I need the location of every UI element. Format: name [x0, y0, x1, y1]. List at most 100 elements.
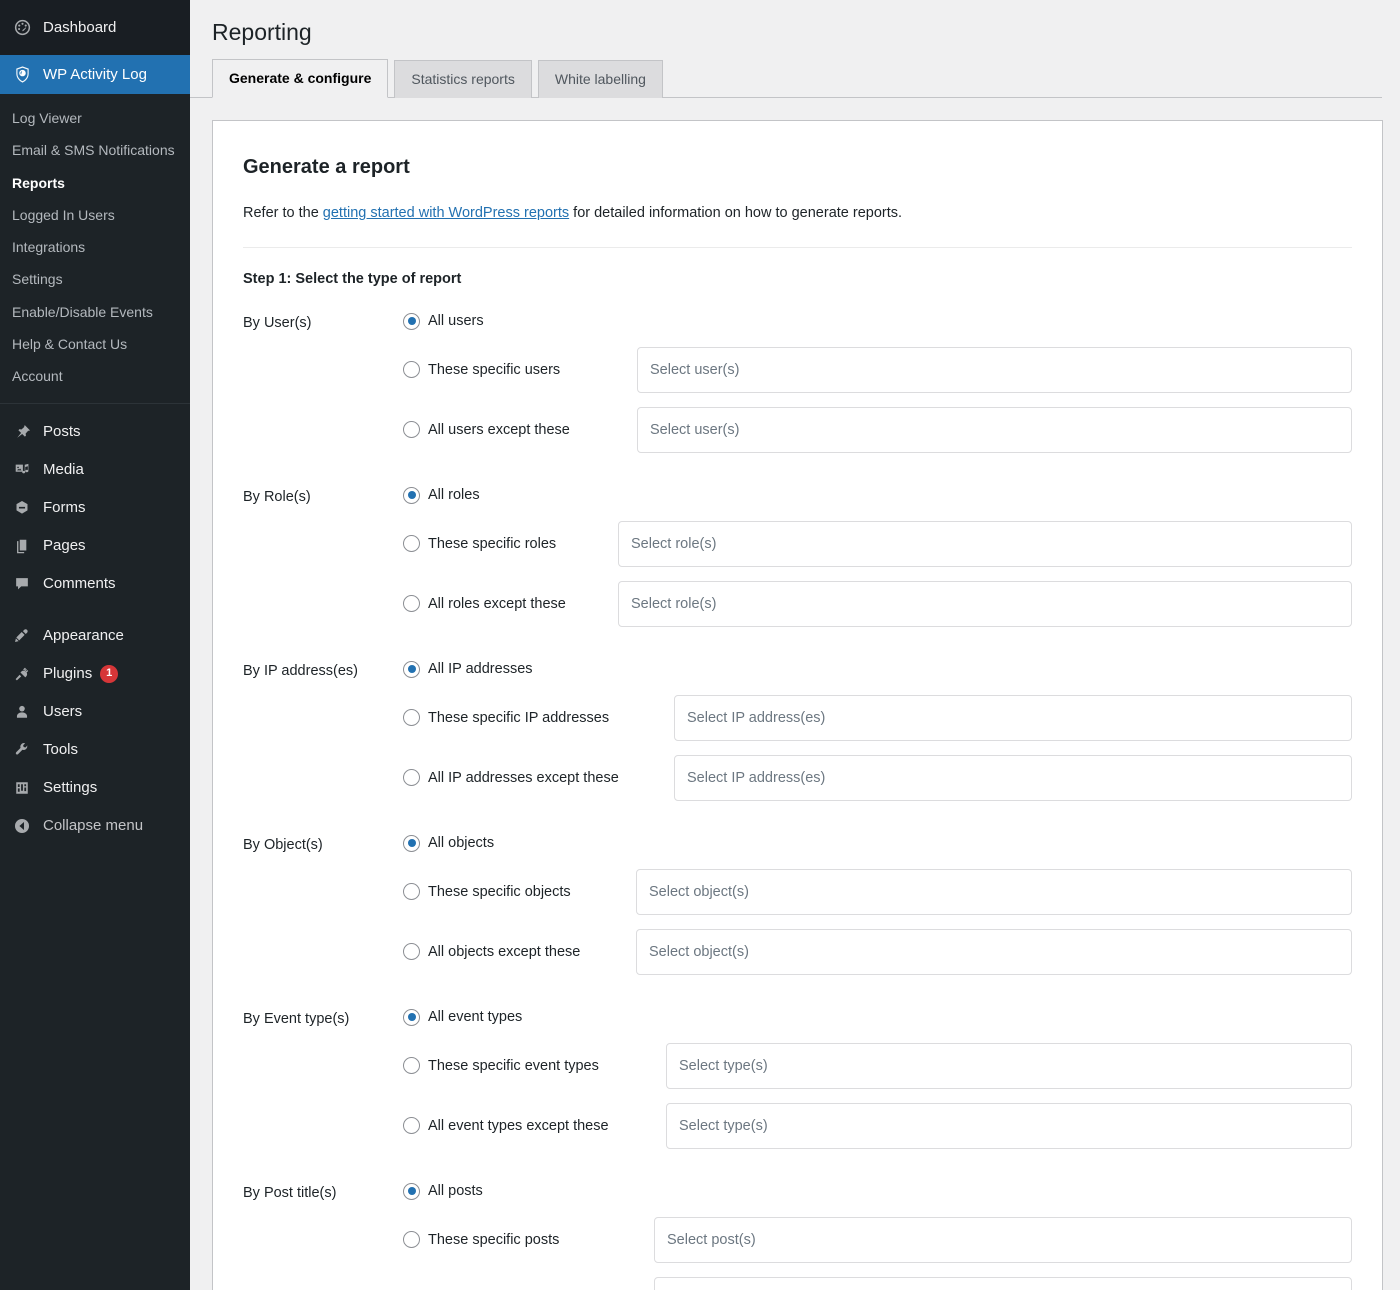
getting-started-link[interactable]: getting started with WordPress reports	[323, 205, 569, 221]
media-icon	[12, 460, 32, 480]
tab-generate-configure[interactable]: Generate & configure	[212, 58, 389, 98]
radio-event-types-except[interactable]	[403, 1117, 420, 1135]
option-specific-users-label: These specific users	[428, 361, 561, 378]
filter-by-event-types: By Event type(s) All event types These s…	[243, 1008, 1352, 1149]
sidebar-item-posts[interactable]: Posts	[0, 413, 190, 451]
option-event-types-except-label: All event types except these	[428, 1117, 609, 1134]
filter-by-users-label: By User(s)	[243, 314, 312, 331]
option-posts-except[interactable]: All post titles except these Select post…	[403, 1276, 1352, 1290]
sidebar-item-integrations[interactable]: Integrations	[0, 231, 190, 263]
select-posts-include[interactable]: Select post(s)	[654, 1216, 1352, 1263]
radio-all-event-types[interactable]	[403, 1008, 420, 1026]
option-all-ips[interactable]: All IP addresses	[403, 660, 1352, 678]
sidebar-item-users[interactable]: Users	[0, 693, 190, 731]
sidebar-item-email-sms-notifications[interactable]: Email & SMS Notifications	[0, 134, 190, 166]
select-users-exclude[interactable]: Select user(s)	[637, 406, 1352, 453]
sidebar-item-logged-in-users[interactable]: Logged In Users	[0, 199, 190, 231]
page-title: Reporting	[212, 19, 312, 45]
sidebar-item-settings[interactable]: Settings	[0, 263, 190, 295]
shield-icon	[12, 65, 32, 85]
sidebar-item-wp-activity-log[interactable]: WP Activity Log	[0, 55, 190, 94]
pin-icon	[12, 422, 32, 442]
option-objects-except[interactable]: All objects except these Select object(s…	[403, 928, 1352, 975]
option-specific-roles[interactable]: These specific roles Select role(s)	[403, 520, 1352, 567]
sidebar-item-dashboard[interactable]: Dashboard	[0, 0, 190, 55]
main-content: Reporting Generate & configure Statistic…	[190, 0, 1400, 1290]
sidebar-item-tools[interactable]: Tools	[0, 731, 190, 769]
radio-specific-objects[interactable]	[403, 883, 420, 901]
pages-icon	[12, 536, 32, 556]
option-specific-objects-label: These specific objects	[428, 883, 571, 900]
radio-specific-event-types[interactable]	[403, 1057, 420, 1075]
option-all-ips-label: All IP addresses	[428, 661, 533, 678]
select-roles-exclude[interactable]: Select role(s)	[618, 580, 1352, 627]
option-objects-except-label: All objects except these	[428, 943, 581, 960]
sidebar-item-collapse-menu[interactable]: Collapse menu	[0, 807, 190, 845]
select-ips-exclude[interactable]: Select IP address(es)	[674, 754, 1352, 801]
select-event-types-exclude[interactable]: Select type(s)	[666, 1102, 1352, 1149]
option-specific-ips[interactable]: These specific IP addresses Select IP ad…	[403, 694, 1352, 741]
filter-by-ip-addresses-options: All IP addresses These specific IP addre…	[403, 660, 1352, 801]
filter-by-post-titles-options: All posts These specific posts Select po…	[403, 1182, 1352, 1290]
radio-all-ips[interactable]	[403, 660, 420, 678]
option-roles-except[interactable]: All roles except these Select role(s)	[403, 580, 1352, 627]
radio-all-users[interactable]	[403, 312, 420, 330]
sidebar-item-account[interactable]: Account	[0, 360, 190, 392]
option-specific-event-types-label: These specific event types	[428, 1057, 599, 1074]
option-roles-except-label: All roles except these	[428, 595, 566, 612]
select-event-types-include[interactable]: Select type(s)	[666, 1042, 1352, 1089]
sidebar-item-media[interactable]: Media	[0, 451, 190, 489]
radio-specific-users[interactable]	[403, 361, 420, 379]
sidebar-item-enable-disable-events[interactable]: Enable/Disable Events	[0, 296, 190, 328]
select-objects-exclude[interactable]: Select object(s)	[636, 928, 1352, 975]
filter-by-roles-label: By Role(s)	[243, 488, 311, 505]
sidebar-item-settings-core[interactable]: Settings	[0, 769, 190, 807]
sidebar-item-plugins[interactable]: Plugins 1	[0, 655, 190, 693]
radio-specific-roles[interactable]	[403, 535, 420, 553]
sidebar-item-forms[interactable]: Forms	[0, 489, 190, 527]
option-all-posts[interactable]: All posts	[403, 1182, 1352, 1200]
sidebar-item-pages[interactable]: Pages	[0, 527, 190, 565]
brush-icon	[12, 626, 32, 646]
radio-roles-except[interactable]	[403, 595, 420, 613]
option-all-users[interactable]: All users	[403, 312, 1352, 330]
select-users-include[interactable]: Select user(s)	[637, 346, 1352, 393]
option-ips-except[interactable]: All IP addresses except these Select IP …	[403, 754, 1352, 801]
option-users-except-label: All users except these	[428, 421, 570, 438]
radio-ips-except[interactable]	[403, 769, 420, 787]
select-objects-include[interactable]: Select object(s)	[636, 868, 1352, 915]
tab-white-labelling[interactable]: White labelling	[537, 59, 663, 98]
option-specific-objects[interactable]: These specific objects Select object(s)	[403, 868, 1352, 915]
radio-all-roles[interactable]	[403, 486, 420, 504]
select-roles-include[interactable]: Select role(s)	[618, 520, 1352, 567]
option-all-event-types[interactable]: All event types	[403, 1008, 1352, 1026]
filter-by-objects-options: All objects These specific objects Selec…	[403, 834, 1352, 975]
option-event-types-except[interactable]: All event types except these Select type…	[403, 1102, 1352, 1149]
tab-statistics-reports[interactable]: Statistics reports	[394, 59, 532, 98]
option-specific-posts-label: These specific posts	[428, 1231, 560, 1248]
option-specific-posts[interactable]: These specific posts Select post(s)	[403, 1216, 1352, 1263]
select-ips-include[interactable]: Select IP address(es)	[674, 694, 1352, 741]
sidebar-item-comments[interactable]: Comments	[0, 565, 190, 603]
radio-all-posts[interactable]	[403, 1182, 420, 1200]
radio-objects-except[interactable]	[403, 943, 420, 961]
sidebar-item-appearance[interactable]: Appearance	[0, 617, 190, 655]
dashboard-icon	[12, 18, 32, 38]
option-all-roles[interactable]: All roles	[403, 486, 1352, 504]
sidebar-item-settings-core-label: Settings	[43, 778, 98, 796]
option-all-objects[interactable]: All objects	[403, 834, 1352, 852]
radio-users-except[interactable]	[403, 421, 420, 439]
option-users-except[interactable]: All users except these Select user(s)	[403, 406, 1352, 453]
sidebar-item-help-contact-us[interactable]: Help & Contact Us	[0, 328, 190, 360]
radio-specific-ips[interactable]	[403, 709, 420, 727]
option-specific-event-types[interactable]: These specific event types Select type(s…	[403, 1042, 1352, 1089]
radio-specific-posts[interactable]	[403, 1231, 420, 1249]
option-specific-users[interactable]: These specific users Select user(s)	[403, 346, 1352, 393]
sidebar-item-wp-activity-log-label: WP Activity Log	[43, 66, 147, 83]
sidebar-item-reports[interactable]: Reports	[0, 167, 190, 199]
sidebar-item-tools-label: Tools	[43, 740, 79, 758]
select-posts-exclude[interactable]: Select post(s)	[654, 1276, 1352, 1290]
forms-icon	[12, 498, 32, 518]
sidebar-item-log-viewer[interactable]: Log Viewer	[0, 102, 190, 134]
radio-all-objects[interactable]	[403, 834, 420, 852]
